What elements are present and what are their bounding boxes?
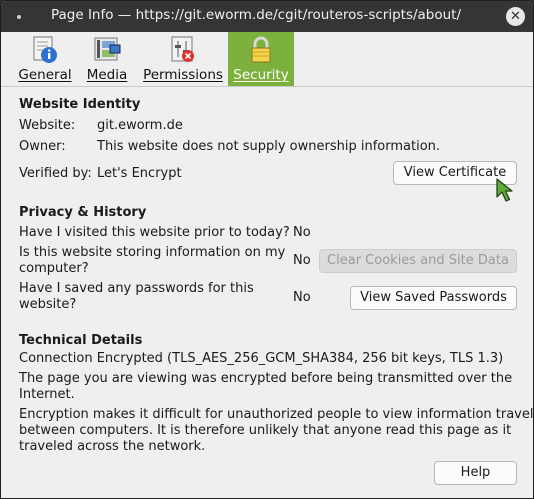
technical-details-heading: Technical Details [19, 333, 143, 348]
clear-cookies-button[interactable]: Clear Cookies and Site Data [319, 249, 517, 273]
explanation-text-line3: traveled across the network. [19, 439, 206, 454]
tab-security[interactable]: Security [228, 32, 294, 86]
visited-answer: No [293, 225, 311, 240]
passwords-question-line2: website? [19, 297, 77, 312]
media-icon [94, 37, 121, 61]
verified-by-label: Verified by: [19, 166, 92, 181]
privacy-history-heading: Privacy & History [19, 205, 147, 220]
storing-question-line2: computer? [19, 261, 89, 276]
view-saved-passwords-button[interactable]: View Saved Passwords [350, 286, 517, 310]
explanation-text-line1: Encryption makes it difficult for unauth… [19, 407, 534, 422]
page-info-window: Page Info — https://git.eworm.de/cgit/ro… [0, 0, 534, 499]
permissions-icon [171, 36, 194, 62]
passwords-question-line1: Have I saved any passwords for this [19, 281, 254, 296]
tab-media-label: Media [86, 67, 128, 83]
encryption-text-line2: Internet. [19, 387, 75, 402]
passwords-answer: No [293, 290, 311, 305]
help-button[interactable]: Help [434, 461, 517, 485]
encryption-text-line1: The page you are viewing was encrypted b… [19, 371, 513, 386]
owner-value: This website does not supply ownership i… [97, 139, 441, 154]
mouse-pointer-icon [496, 178, 513, 202]
tab-permissions[interactable]: Permissions [143, 32, 223, 86]
connection-details: Connection Encrypted (TLS_AES_256_GCM_SH… [19, 351, 504, 366]
window-menu-icon[interactable] [17, 15, 21, 19]
general-info-icon [33, 36, 57, 63]
owner-label: Owner: [19, 139, 66, 154]
storing-answer: No [293, 253, 311, 268]
title-bar[interactable]: Page Info — https://git.eworm.de/cgit/ro… [1, 1, 533, 32]
tab-bar: General Media Permissions Security [1, 32, 533, 87]
tab-media[interactable]: Media [83, 32, 131, 86]
lock-icon [251, 36, 271, 63]
tab-general[interactable]: General [15, 32, 75, 86]
explanation-text-line2: between computers. It is therefore unlik… [19, 423, 512, 438]
website-identity-heading: Website Identity [19, 97, 141, 112]
close-button[interactable]: ✕ [506, 7, 525, 26]
verified-by-value: Let's Encrypt [97, 166, 182, 181]
tab-security-label: Security [233, 67, 289, 83]
visited-question: Have I visited this website prior to tod… [19, 225, 290, 240]
website-label: Website: [19, 118, 76, 133]
tab-permissions-label: Permissions [143, 67, 223, 83]
storing-question-line1: Is this website storing information on m… [19, 245, 286, 260]
website-value: git.eworm.de [97, 118, 183, 133]
tab-general-label: General [18, 67, 72, 83]
window-title: Page Info — https://git.eworm.de/cgit/ro… [50, 7, 462, 23]
